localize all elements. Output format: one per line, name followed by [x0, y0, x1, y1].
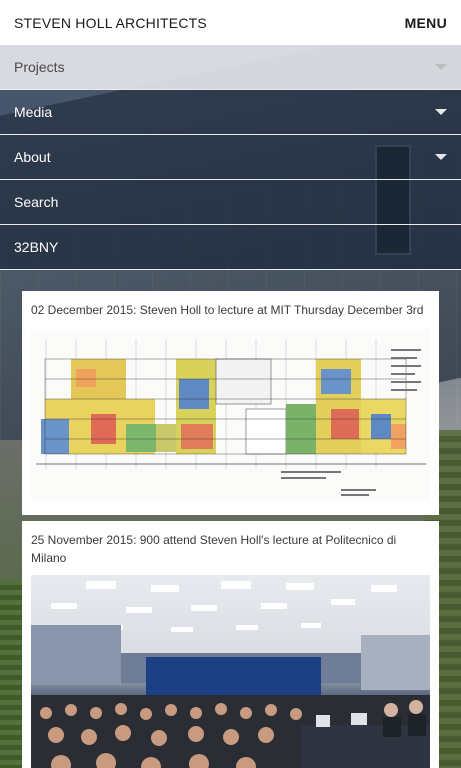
chevron-down-icon[interactable] [435, 109, 447, 115]
nav-item-label: About [14, 149, 51, 165]
nav-item-search[interactable]: Search [0, 180, 461, 225]
nav-item-projects[interactable]: Projects [0, 45, 461, 90]
news-card-title[interactable]: 25 November 2015: 900 attend Steven Holl… [31, 531, 430, 567]
floor-plan-image[interactable] [31, 329, 430, 501]
chevron-down-icon[interactable] [435, 154, 447, 160]
nav-item-label: Search [14, 194, 59, 210]
nav-item-label: Projects [14, 59, 65, 75]
chevron-down-icon[interactable] [435, 64, 447, 70]
nav-item-about[interactable]: About [0, 135, 461, 180]
lecture-hall-drawing [31, 581, 430, 768]
menu-button[interactable]: MENU [405, 15, 447, 31]
lecture-hall-photo[interactable] [31, 575, 430, 768]
site-header: STEVEN HOLL ARCHITECTS MENU [0, 0, 461, 45]
nav-item-media[interactable]: Media [0, 90, 461, 135]
news-card-title[interactable]: 02 December 2015: Steven Holl to lecture… [31, 301, 430, 319]
main-nav: Projects Media About Search 32BNY [0, 45, 461, 270]
nav-item-label: 32BNY [14, 239, 59, 255]
nav-item-label: Media [14, 104, 53, 120]
floor-plan-drawing [36, 339, 426, 496]
site-logo-text[interactable]: STEVEN HOLL ARCHITECTS [14, 15, 207, 31]
background-tree-left [0, 580, 22, 768]
news-card[interactable]: 02 December 2015: Steven Holl to lecture… [22, 291, 439, 515]
news-card[interactable]: 25 November 2015: 900 attend Steven Holl… [22, 521, 439, 768]
nav-item-32bny[interactable]: 32BNY [0, 225, 461, 270]
